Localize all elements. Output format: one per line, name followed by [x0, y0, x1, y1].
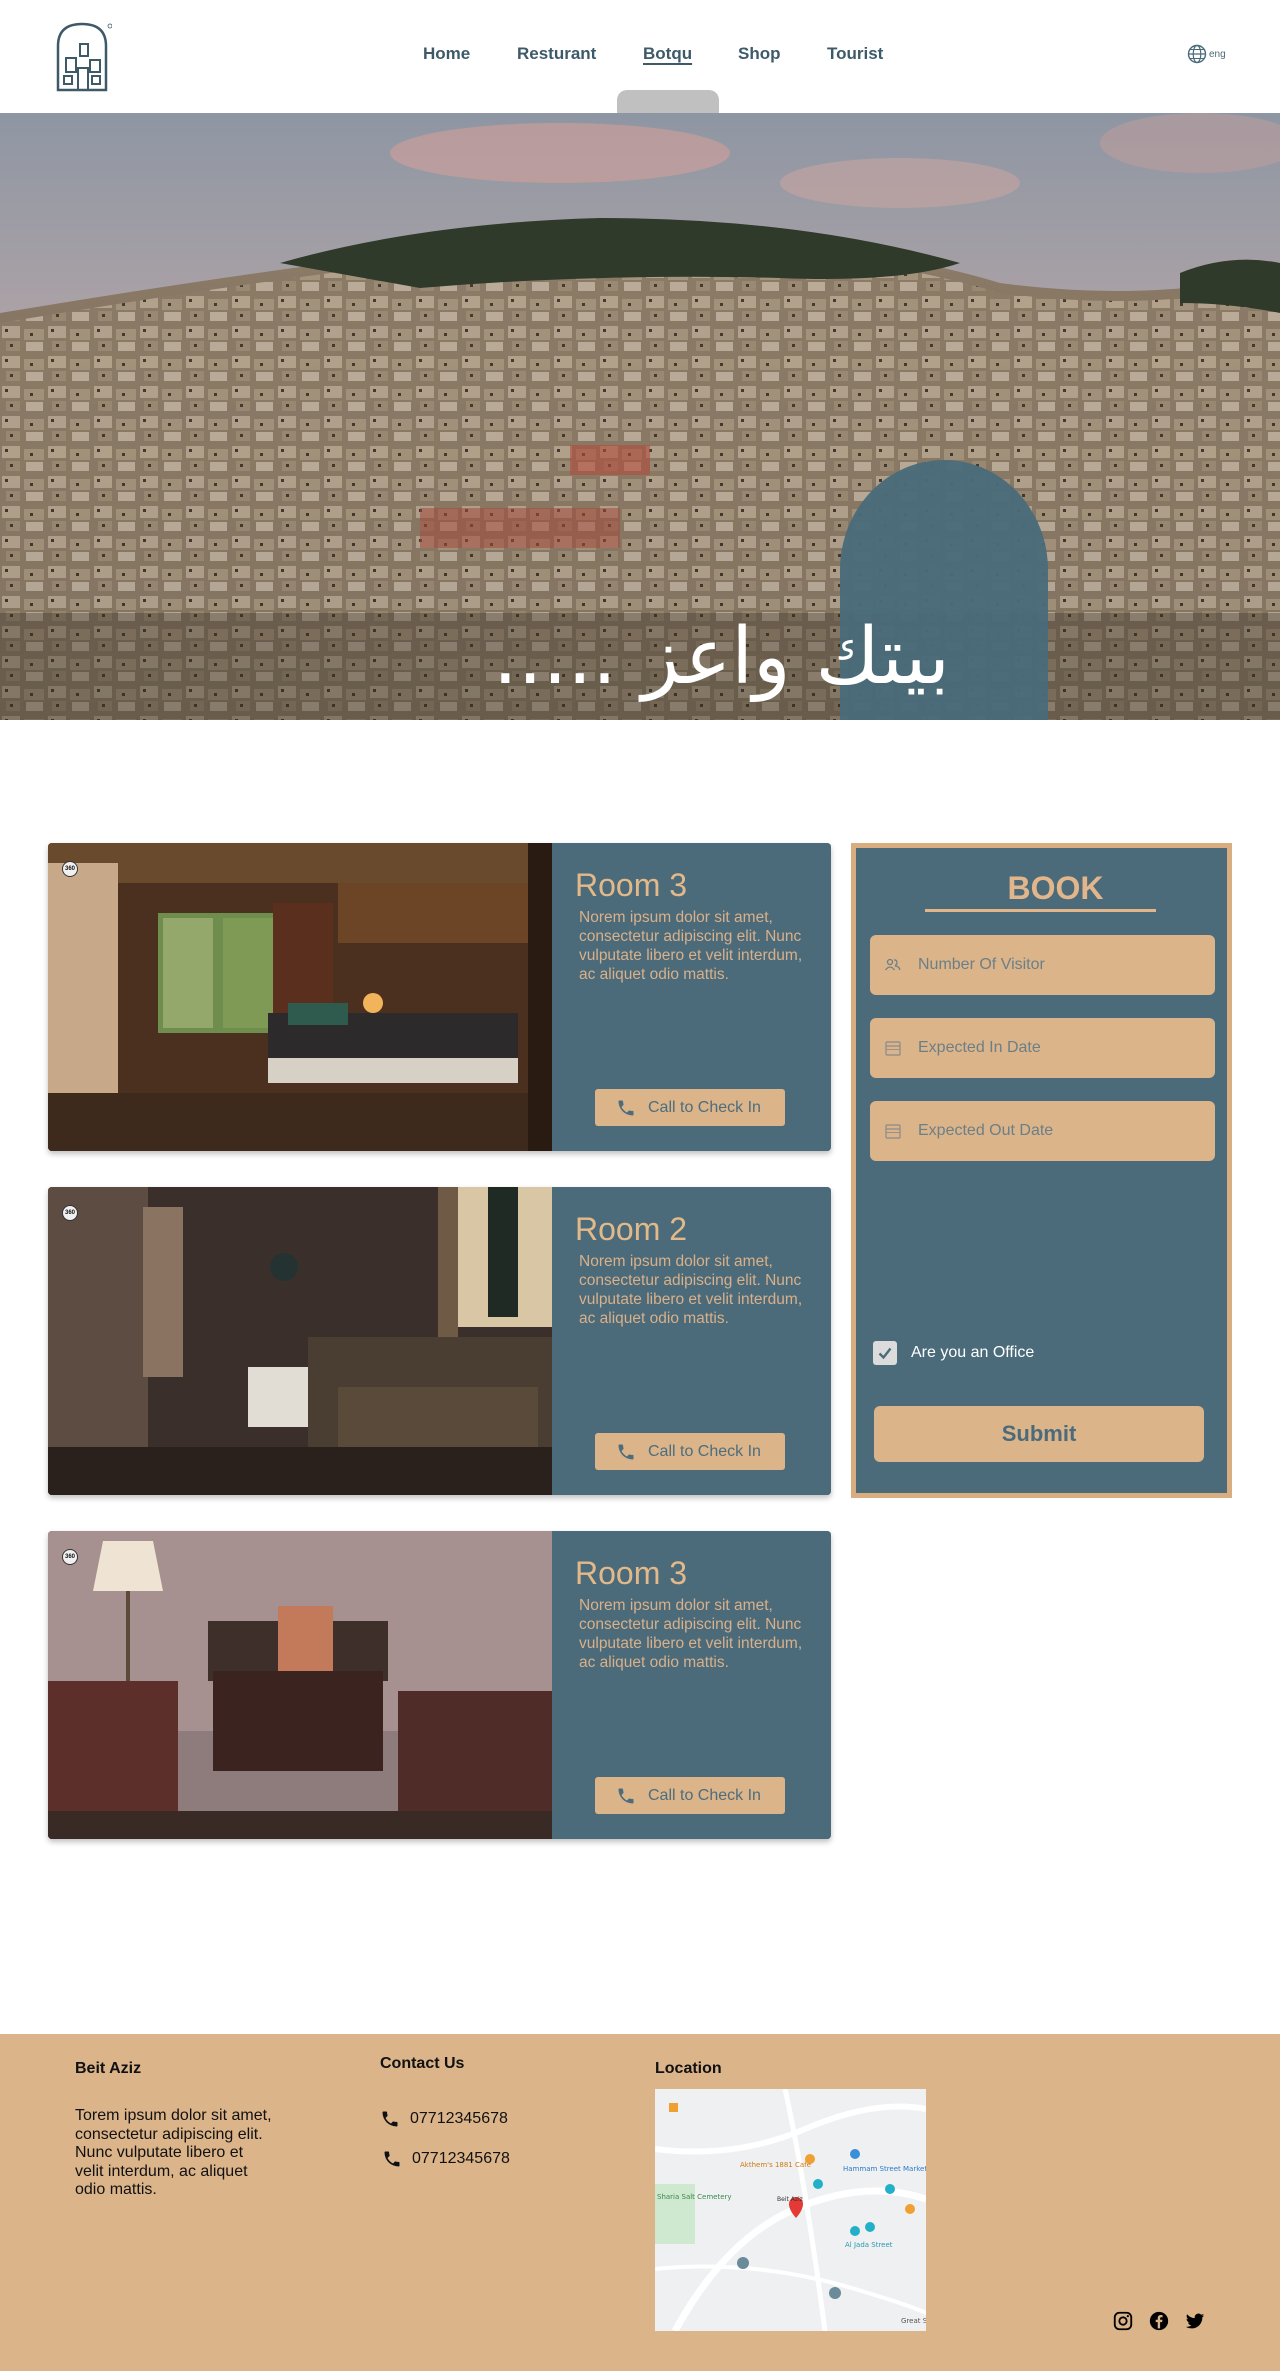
phone-icon: [618, 1100, 634, 1115]
room-card: 360 Room 2 Norem ipsum dolor sit amet, c…: [48, 1187, 831, 1495]
visitor-count-input[interactable]: Number Of Visitor: [870, 935, 1215, 995]
map-label-cemetery: Sharia Salt Cemetery: [657, 2193, 732, 2201]
room-title: Room 3: [575, 1555, 688, 1591]
map-label-cafe: Akthem's 1881 Cafe: [740, 2161, 811, 2169]
check-in-placeholder: Expected In Date: [918, 1039, 1041, 1056]
globe-icon: [1187, 44, 1207, 64]
phone-number: 07712345678: [410, 2110, 508, 2127]
location-title: Location: [655, 2060, 722, 2077]
site-header: Home Resturant Botqu Shop Tourist eng: [0, 0, 1280, 116]
room-card: 360 Room 3 Norem ipsum dolor sit amet, c…: [48, 843, 831, 1151]
title-underline: [925, 909, 1156, 912]
instagram-icon[interactable]: [1112, 2310, 1134, 2332]
footer-about: Torem ipsum dolor sit amet, consectetur …: [75, 2107, 272, 2198]
twitter-icon[interactable]: [1184, 2310, 1206, 2332]
phone-icon: [618, 1444, 634, 1459]
nav-home[interactable]: Home: [423, 44, 470, 64]
booking-title: BOOK: [1007, 870, 1104, 906]
visitor-icon: [884, 958, 901, 971]
facebook-icon[interactable]: [1148, 2310, 1170, 2332]
submit-button[interactable]: Submit: [874, 1406, 1204, 1462]
phone-icon: [618, 1788, 634, 1803]
room-card: 360 Room 3 Norem ipsum dolor sit amet, c…: [48, 1531, 831, 1839]
button-label: Call to Check In: [648, 1442, 761, 1460]
nav-resturant[interactable]: Resturant: [517, 44, 596, 64]
phone-icon: [382, 2111, 398, 2127]
view-360-badge[interactable]: 360: [62, 1205, 78, 1221]
office-checkbox-row: Are you an Office: [873, 1341, 1034, 1365]
view-360-badge[interactable]: 360: [62, 861, 78, 877]
map-label-street: Al Jada Street: [845, 2241, 893, 2249]
map-label-great: Great Sa: [901, 2317, 926, 2325]
check-out-placeholder: Expected Out Date: [918, 1122, 1054, 1139]
nav-tourist[interactable]: Tourist: [827, 44, 883, 64]
social-links: [1112, 2310, 1206, 2332]
call-to-check-in-button[interactable]: Call to Check In: [595, 1777, 785, 1814]
room-photo: [48, 843, 552, 1151]
language-label: eng: [1209, 48, 1226, 60]
phone-number: 07712345678: [412, 2150, 510, 2167]
map-label-market: Hammam Street Market: [843, 2165, 926, 2173]
location-map[interactable]: Akthem's 1881 Cafe Hammam Street Market …: [655, 2089, 926, 2331]
call-to-check-in-button[interactable]: Call to Check In: [595, 1433, 785, 1470]
visitor-count-placeholder: Number Of Visitor: [918, 956, 1045, 973]
room-title: Room 2: [575, 1211, 688, 1247]
language-switcher[interactable]: eng: [1187, 44, 1226, 64]
view-360-badge[interactable]: 360: [62, 1549, 78, 1565]
room-description: Norem ipsum dolor sit amet, consectetur …: [579, 909, 803, 983]
room-photo: [48, 1531, 552, 1839]
check-in-date-input[interactable]: Expected In Date: [870, 1018, 1215, 1078]
site-footer: Beit Aziz Torem ipsum dolor sit amet, co…: [0, 2034, 1280, 2371]
calendar-icon: [885, 1124, 901, 1139]
footer-brand: Beit Aziz: [75, 2060, 142, 2077]
button-label: Call to Check In: [648, 1098, 761, 1116]
room-photo: [48, 1187, 552, 1495]
map-image: Akthem's 1881 Cafe Hammam Street Market …: [655, 2089, 926, 2331]
main-nav: Home Resturant Botqu Shop Tourist: [0, 44, 1280, 68]
checkmark-icon: [878, 1347, 892, 1360]
room-description: Norem ipsum dolor sit amet, consectetur …: [579, 1597, 803, 1671]
calendar-icon: [885, 1041, 901, 1056]
room-description: Norem ipsum dolor sit amet, consectetur …: [579, 1253, 803, 1327]
phone-link[interactable]: 07712345678: [380, 2109, 508, 2129]
button-label: Call to Check In: [648, 1786, 761, 1804]
hero-banner: بيتك واعز .....: [0, 113, 1280, 720]
call-to-check-in-button[interactable]: Call to Check In: [595, 1089, 785, 1126]
nav-botqu[interactable]: Botqu: [643, 44, 692, 64]
contact-title: Contact Us: [380, 2055, 465, 2072]
office-checkbox[interactable]: [873, 1341, 897, 1365]
room-title: Room 3: [575, 867, 688, 903]
office-checkbox-label: Are you an Office: [911, 1344, 1035, 1361]
check-out-date-input[interactable]: Expected Out Date: [870, 1101, 1215, 1161]
nav-shop[interactable]: Shop: [738, 44, 781, 64]
booking-form: BOOK Number Of Visitor Expected In Date …: [851, 843, 1232, 1498]
phone-link[interactable]: 07712345678: [382, 2149, 510, 2169]
hero-headline: بيتك واعز .....: [493, 612, 950, 702]
map-label-beit-aziz: Beit Aziz: [777, 2196, 803, 2203]
phone-icon: [384, 2151, 400, 2167]
